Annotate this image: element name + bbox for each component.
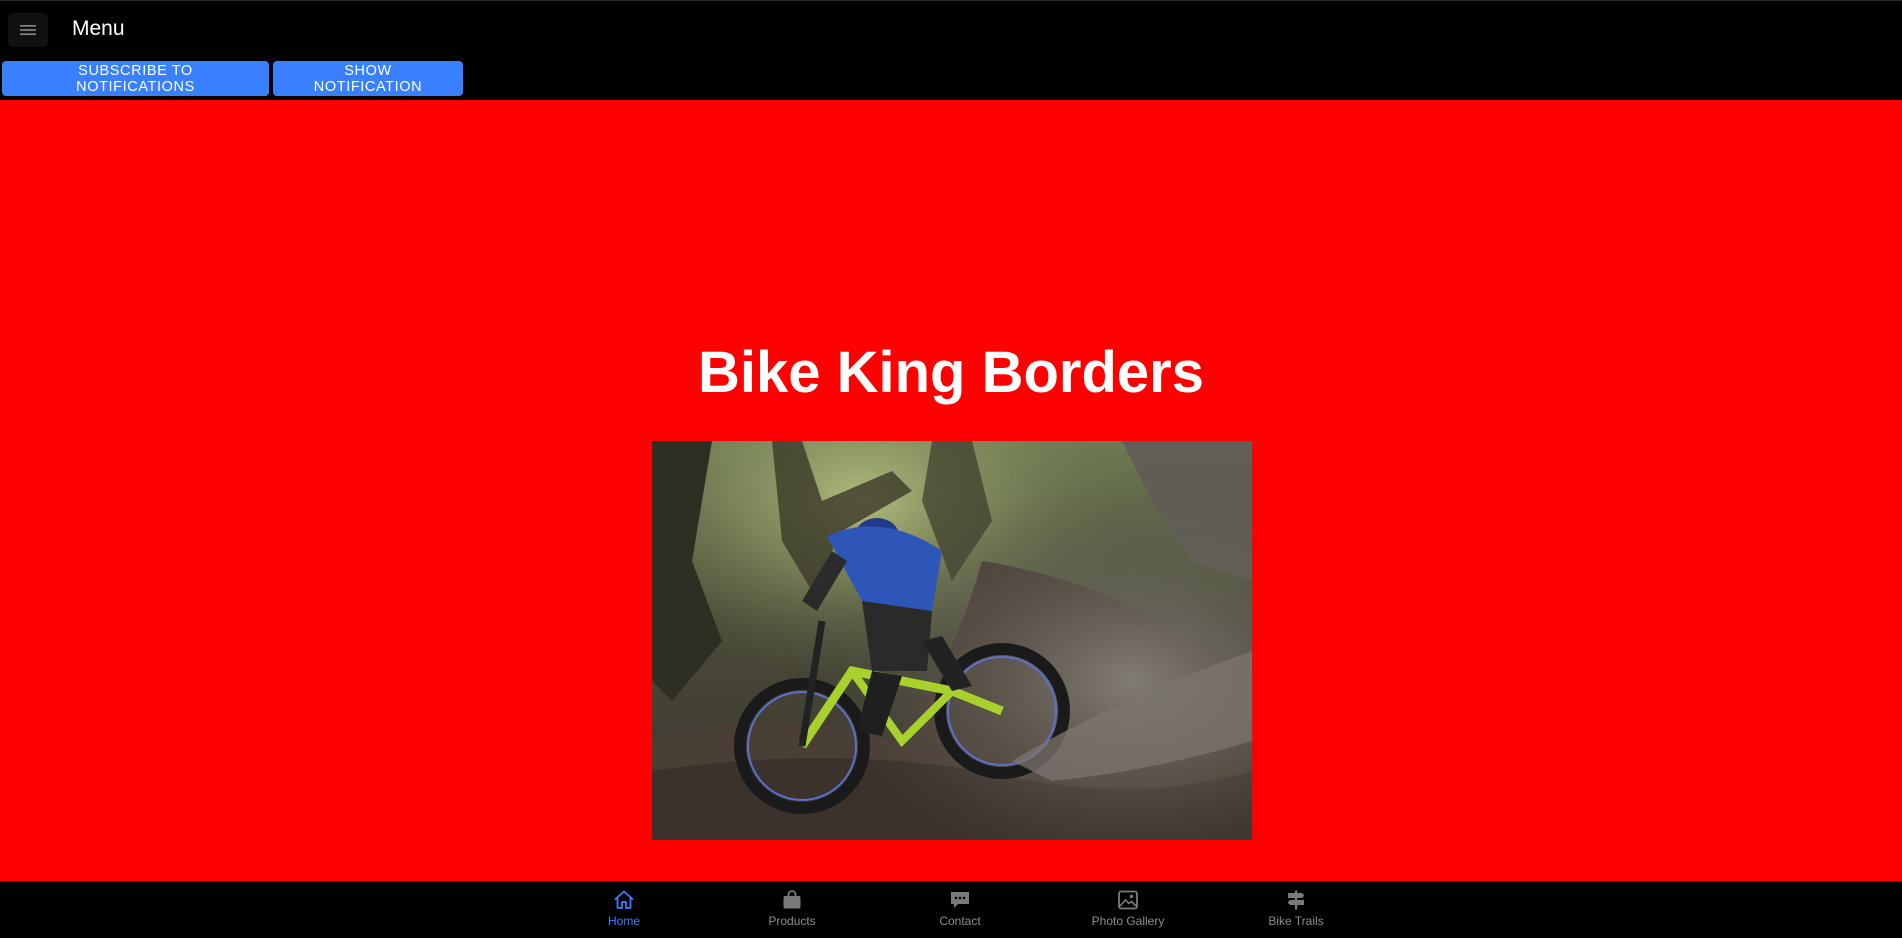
subscribe-notifications-button[interactable]: SUBSCRIBE TO NOTIFICATIONS bbox=[2, 61, 269, 96]
signpost-icon bbox=[1287, 890, 1305, 910]
menu-button[interactable] bbox=[8, 13, 48, 47]
chat-icon bbox=[951, 892, 969, 908]
tab-products-label: Products bbox=[768, 914, 816, 928]
tab-bike-trails-label: Bike Trails bbox=[1268, 914, 1324, 928]
tab-home[interactable]: Home bbox=[564, 888, 684, 934]
header-toolbar: Menu bbox=[0, 0, 1902, 58]
tab-contact[interactable]: Contact bbox=[900, 888, 1020, 934]
tab-products[interactable]: Products bbox=[732, 888, 852, 934]
tab-contact-label: Contact bbox=[939, 914, 981, 928]
home-icon bbox=[614, 890, 634, 909]
bag-icon bbox=[783, 890, 801, 909]
hero-title: Bike King Borders bbox=[698, 340, 1204, 405]
main-content: Bike King Borders bbox=[0, 100, 1902, 881]
show-notification-button[interactable]: SHOW NOTIFICATION bbox=[273, 61, 463, 96]
image-icon bbox=[1118, 890, 1138, 910]
bottom-tab-bar: Home Products Contact Photo Gallery Bike… bbox=[0, 881, 1902, 938]
hero-bike-photo bbox=[652, 441, 1252, 840]
tab-photo-gallery[interactable]: Photo Gallery bbox=[1068, 888, 1188, 934]
page-title: Menu bbox=[72, 17, 125, 40]
tab-bike-trails[interactable]: Bike Trails bbox=[1236, 888, 1356, 934]
menu-icon bbox=[20, 25, 36, 35]
tab-photo-gallery-label: Photo Gallery bbox=[1091, 914, 1165, 928]
tab-home-label: Home bbox=[607, 914, 640, 928]
app: Menu SUBSCRIBE TO NOTIFICATIONS SHOW NOT… bbox=[0, 0, 1902, 938]
bike-photo-illustration bbox=[652, 441, 1252, 840]
action-bar: SUBSCRIBE TO NOTIFICATIONS SHOW NOTIFICA… bbox=[0, 58, 1902, 100]
